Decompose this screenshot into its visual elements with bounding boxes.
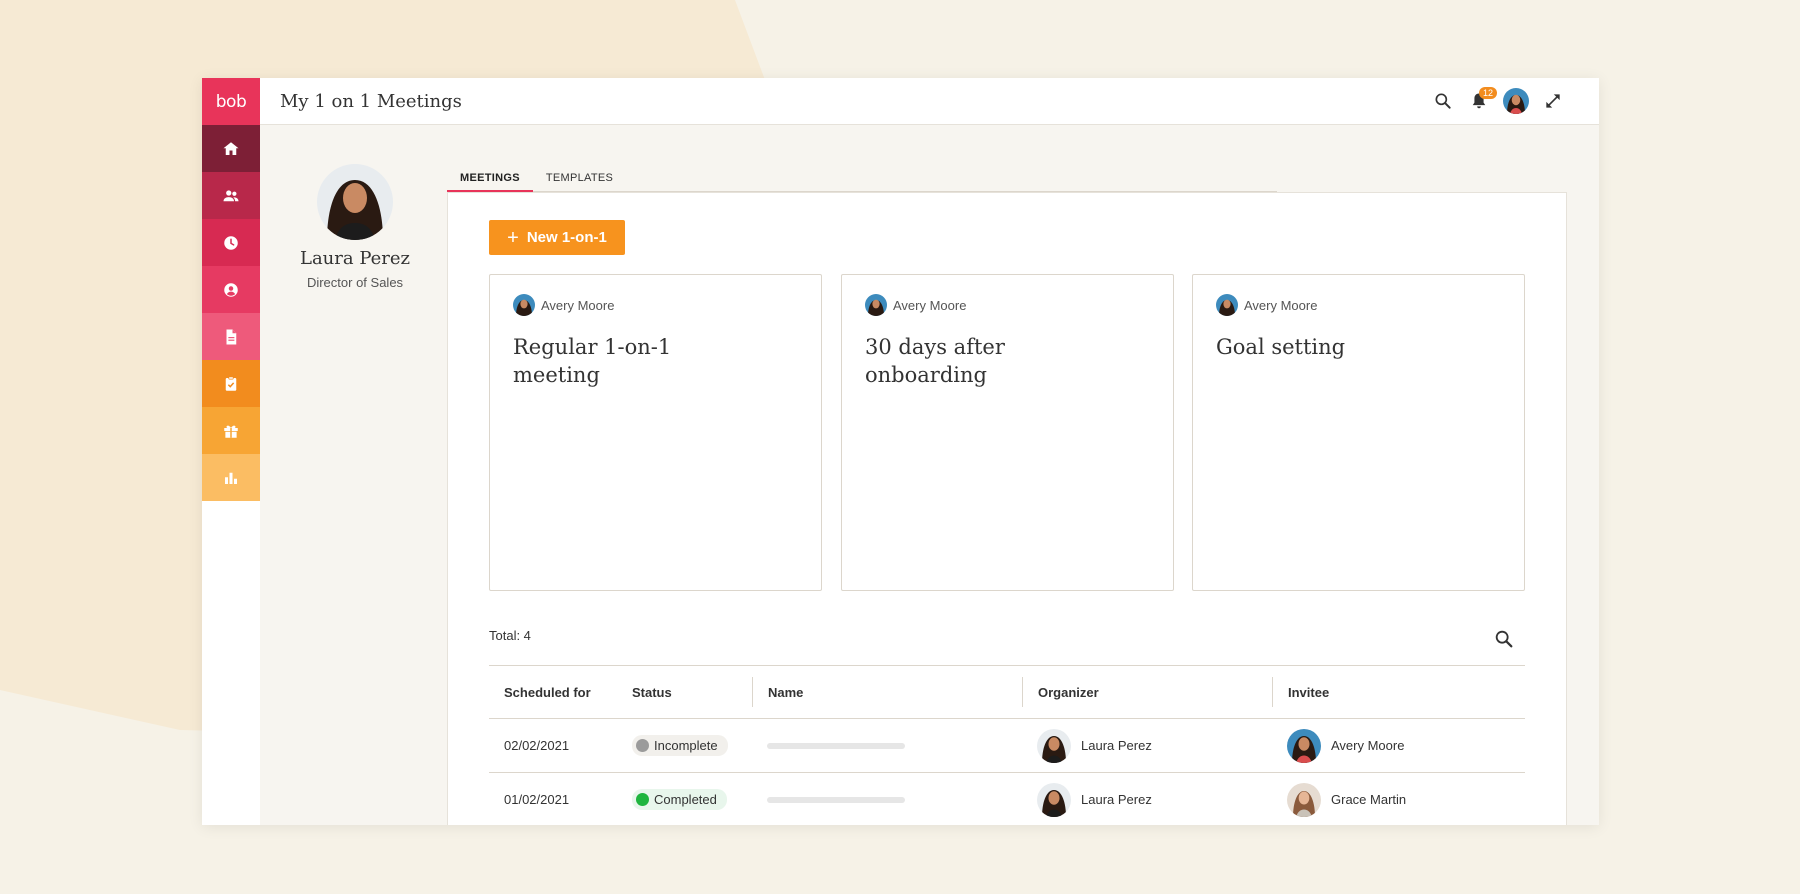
new-1on1-button[interactable]: + New 1-on-1 — [489, 220, 625, 255]
new-1on1-label: New 1-on-1 — [526, 229, 607, 246]
rail-item-benefits[interactable] — [202, 407, 260, 454]
people-icon — [223, 189, 239, 201]
cell-status: Incomplete — [617, 735, 752, 756]
cell-invitee: Grace Martin — [1272, 782, 1525, 817]
organizer-avatar — [1037, 728, 1071, 763]
organizer-avatar — [1037, 782, 1071, 817]
status-label: Incomplete — [654, 738, 718, 753]
template-card[interactable]: Avery Moore Regular 1-on-1 meeting — [489, 274, 822, 591]
table-search-button[interactable] — [1493, 628, 1515, 650]
search-icon — [1435, 93, 1451, 109]
clipboard-check-icon — [225, 376, 237, 391]
header-invitee[interactable]: Invitee — [1272, 677, 1525, 707]
meetings-table: Scheduled for Status Name Organizer Invi… — [489, 665, 1525, 825]
side-rail: bob — [202, 78, 260, 825]
logo-text: bob — [215, 91, 247, 112]
header-name[interactable]: Name — [752, 677, 1022, 707]
expand-icon — [1546, 94, 1560, 108]
expand-button[interactable] — [1535, 83, 1571, 119]
status-badge: Completed — [632, 789, 727, 810]
profile-avatar — [317, 164, 393, 240]
card-title: Regular 1-on-1 meeting — [513, 335, 672, 387]
notification-badge: 12 — [1478, 87, 1497, 99]
card-owner: Avery Moore — [513, 294, 821, 316]
top-bar: My 1 on 1 Meetings 12 — [260, 78, 1599, 125]
name-placeholder-bar — [767, 796, 905, 803]
owner-name: Avery Moore — [893, 297, 967, 313]
invitee-avatar — [1287, 728, 1321, 763]
rail-item-profile[interactable] — [202, 266, 260, 313]
topbar-actions: 12 — [1425, 83, 1571, 119]
table-row[interactable]: 02/02/2021 Incomplete Laura Perez Avery … — [489, 719, 1525, 773]
invitee-avatar — [1287, 782, 1321, 817]
status-dot-icon — [636, 793, 649, 806]
meetings-panel: + New 1-on-1 Avery Moore Regular 1-on-1 … — [447, 192, 1567, 825]
plus-icon: + — [507, 226, 519, 249]
card-title: 30 days after onboarding — [865, 335, 1005, 387]
avatar-image — [1503, 88, 1529, 114]
search-icon — [1495, 630, 1513, 648]
rail-item-documents[interactable] — [202, 313, 260, 360]
cell-organizer: Laura Perez — [1022, 782, 1272, 817]
bob-logo[interactable]: bob — [202, 78, 260, 125]
header-organizer[interactable]: Organizer — [1022, 677, 1272, 707]
notifications-button[interactable]: 12 — [1461, 83, 1497, 119]
invitee-name: Grace Martin — [1331, 792, 1407, 807]
invitee-name: Avery Moore — [1331, 738, 1405, 753]
app-window: bob My 1 on 1 Meetings 12 Laura Perez Di… — [202, 78, 1599, 825]
rail-item-home[interactable] — [202, 125, 260, 172]
home-icon — [223, 141, 239, 155]
cell-status: Completed — [617, 789, 752, 810]
person-circle-icon — [224, 282, 238, 297]
profile-name: Laura Perez — [299, 248, 411, 269]
owner-name: Avery Moore — [1244, 297, 1318, 313]
page-title: My 1 on 1 Meetings — [280, 90, 462, 112]
meetings-tabs: MEETINGS TEMPLATES — [447, 168, 1277, 192]
organizer-name: Laura Perez — [1081, 738, 1152, 753]
status-dot-icon — [636, 739, 649, 752]
cell-invitee: Avery Moore — [1272, 728, 1525, 763]
owner-name: Avery Moore — [541, 297, 615, 313]
cell-name — [752, 742, 1022, 749]
template-card[interactable]: Avery Moore 30 days after onboarding — [841, 274, 1174, 591]
owner-avatar — [1216, 294, 1238, 316]
profile-summary: Laura Perez Director of Sales — [260, 125, 450, 290]
cell-date: 02/02/2021 — [504, 738, 570, 753]
status-label: Completed — [654, 792, 717, 807]
bar-chart-icon — [225, 472, 237, 484]
total-count: Total: 4 — [489, 628, 531, 643]
document-icon — [226, 329, 237, 344]
name-placeholder-bar — [767, 742, 905, 749]
cell-name — [752, 796, 1022, 803]
organizer-name: Laura Perez — [1081, 792, 1152, 807]
cell-date: 01/02/2021 — [504, 792, 570, 807]
header-status[interactable]: Status — [617, 677, 752, 707]
table-header: Scheduled for Status Name Organizer Invi… — [489, 665, 1525, 719]
template-card[interactable]: Avery Moore Goal setting — [1192, 274, 1525, 591]
tab-templates[interactable]: TEMPLATES — [533, 168, 626, 192]
rail-item-tasks[interactable] — [202, 360, 260, 407]
cell-organizer: Laura Perez — [1022, 728, 1272, 763]
user-avatar[interactable] — [1503, 88, 1529, 114]
global-search-button[interactable] — [1425, 83, 1461, 119]
status-badge: Incomplete — [632, 735, 728, 756]
card-title: Goal setting — [1216, 335, 1346, 359]
card-owner: Avery Moore — [865, 294, 1173, 316]
rail-item-people[interactable] — [202, 172, 260, 219]
card-owner: Avery Moore — [1216, 294, 1524, 316]
rail-item-time[interactable] — [202, 219, 260, 266]
clock-icon — [224, 235, 238, 250]
profile-role: Director of Sales — [306, 275, 404, 290]
rail-item-analytics[interactable] — [202, 454, 260, 501]
table-row[interactable]: 01/02/2021 Completed Laura Perez Grace M… — [489, 773, 1525, 825]
gift-icon — [224, 425, 238, 438]
owner-avatar — [865, 294, 887, 316]
header-scheduled-for[interactable]: Scheduled for — [489, 677, 617, 707]
tab-meetings[interactable]: MEETINGS — [447, 168, 533, 192]
owner-avatar — [513, 294, 535, 316]
